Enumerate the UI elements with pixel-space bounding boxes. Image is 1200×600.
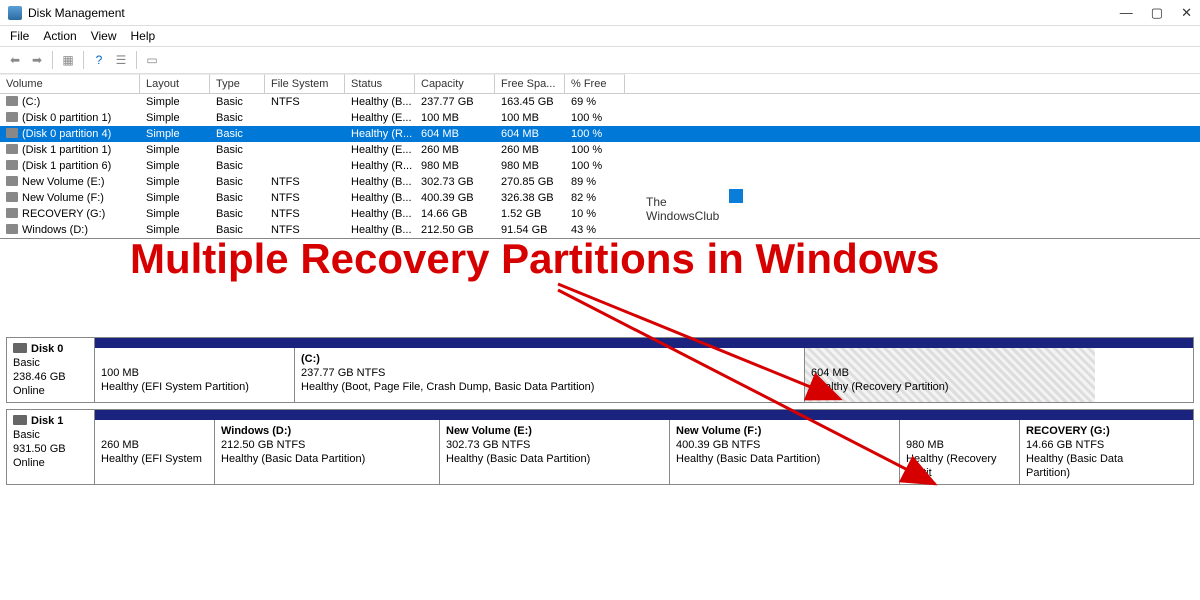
titlebar: Disk Management — ▢ ✕ [0,0,1200,26]
disk-info: Disk 1Basic931.50 GBOnline [7,410,95,484]
volume-row[interactable]: New Volume (E:)SimpleBasicNTFSHealthy (B… [0,174,1200,190]
col-volume[interactable]: Volume [0,74,140,93]
col-type[interactable]: Type [210,74,265,93]
separator [83,51,84,69]
grid-icon[interactable]: ▦ [59,51,77,69]
minimize-button[interactable]: — [1120,5,1133,21]
disk-row[interactable]: Disk 1Basic931.50 GBOnline260 MBHealthy … [6,409,1194,485]
menubar: File Action View Help [0,26,1200,46]
separator [136,51,137,69]
partition[interactable]: New Volume (F:)400.39 GB NTFSHealthy (Ba… [670,420,900,484]
col-status[interactable]: Status [345,74,415,93]
back-icon[interactable]: ⬅ [6,51,24,69]
menu-help[interactable]: Help [131,29,156,43]
volume-row[interactable]: RECOVERY (G:)SimpleBasicNTFSHealthy (B..… [0,206,1200,222]
watermark: The WindowsClub [646,195,719,223]
col-capacity[interactable]: Capacity [415,74,495,93]
partition[interactable]: 260 MBHealthy (EFI System [95,420,215,484]
watermark-icon [729,189,743,203]
volume-row[interactable]: New Volume (F:)SimpleBasicNTFSHealthy (B… [0,190,1200,206]
app-icon [8,6,22,20]
list-icon[interactable]: ☰ [112,51,130,69]
partition[interactable]: Windows (D:)212.50 GB NTFSHealthy (Basic… [215,420,440,484]
col-filesystem[interactable]: File System [265,74,345,93]
separator [52,51,53,69]
volume-row[interactable]: (Disk 0 partition 4)SimpleBasicHealthy (… [0,126,1200,142]
partition[interactable]: 100 MBHealthy (EFI System Partition) [95,348,295,402]
disk-graphical-view[interactable]: Disk 0Basic238.46 GBOnline100 MBHealthy … [0,337,1200,485]
disk-row[interactable]: Disk 0Basic238.46 GBOnline100 MBHealthy … [6,337,1194,403]
properties-icon[interactable]: ▭ [143,51,161,69]
menu-file[interactable]: File [10,29,29,43]
volume-row[interactable]: (C:)SimpleBasicNTFSHealthy (B...237.77 G… [0,94,1200,110]
volume-list[interactable]: Volume Layout Type File System Status Ca… [0,74,1200,239]
forward-icon[interactable]: ➡ [28,51,46,69]
col-layout[interactable]: Layout [140,74,210,93]
toolbar: ⬅ ➡ ▦ ? ☰ ▭ [0,46,1200,74]
partition[interactable]: 980 MBHealthy (Recovery Partit [900,420,1020,484]
menu-action[interactable]: Action [43,29,76,43]
partition[interactable]: (C:)237.77 GB NTFSHealthy (Boot, Page Fi… [295,348,805,402]
volume-row[interactable]: (Disk 1 partition 1)SimpleBasicHealthy (… [0,142,1200,158]
partition[interactable]: RECOVERY (G:)14.66 GB NTFSHealthy (Basic… [1020,420,1160,484]
close-button[interactable]: ✕ [1181,5,1192,21]
disk-info: Disk 0Basic238.46 GBOnline [7,338,95,402]
help-icon[interactable]: ? [90,51,108,69]
window-title: Disk Management [28,6,125,20]
volume-row[interactable]: (Disk 0 partition 1)SimpleBasicHealthy (… [0,110,1200,126]
maximize-button[interactable]: ▢ [1151,5,1163,21]
menu-view[interactable]: View [91,29,117,43]
col-pctfree[interactable]: % Free [565,74,625,93]
partition[interactable]: New Volume (E:)302.73 GB NTFSHealthy (Ba… [440,420,670,484]
partition[interactable]: 604 MBHealthy (Recovery Partition) [805,348,1095,402]
volume-row[interactable]: Windows (D:)SimpleBasicNTFSHealthy (B...… [0,222,1200,238]
volume-row[interactable]: (Disk 1 partition 6)SimpleBasicHealthy (… [0,158,1200,174]
column-headers[interactable]: Volume Layout Type File System Status Ca… [0,74,1200,94]
col-freespace[interactable]: Free Spa... [495,74,565,93]
